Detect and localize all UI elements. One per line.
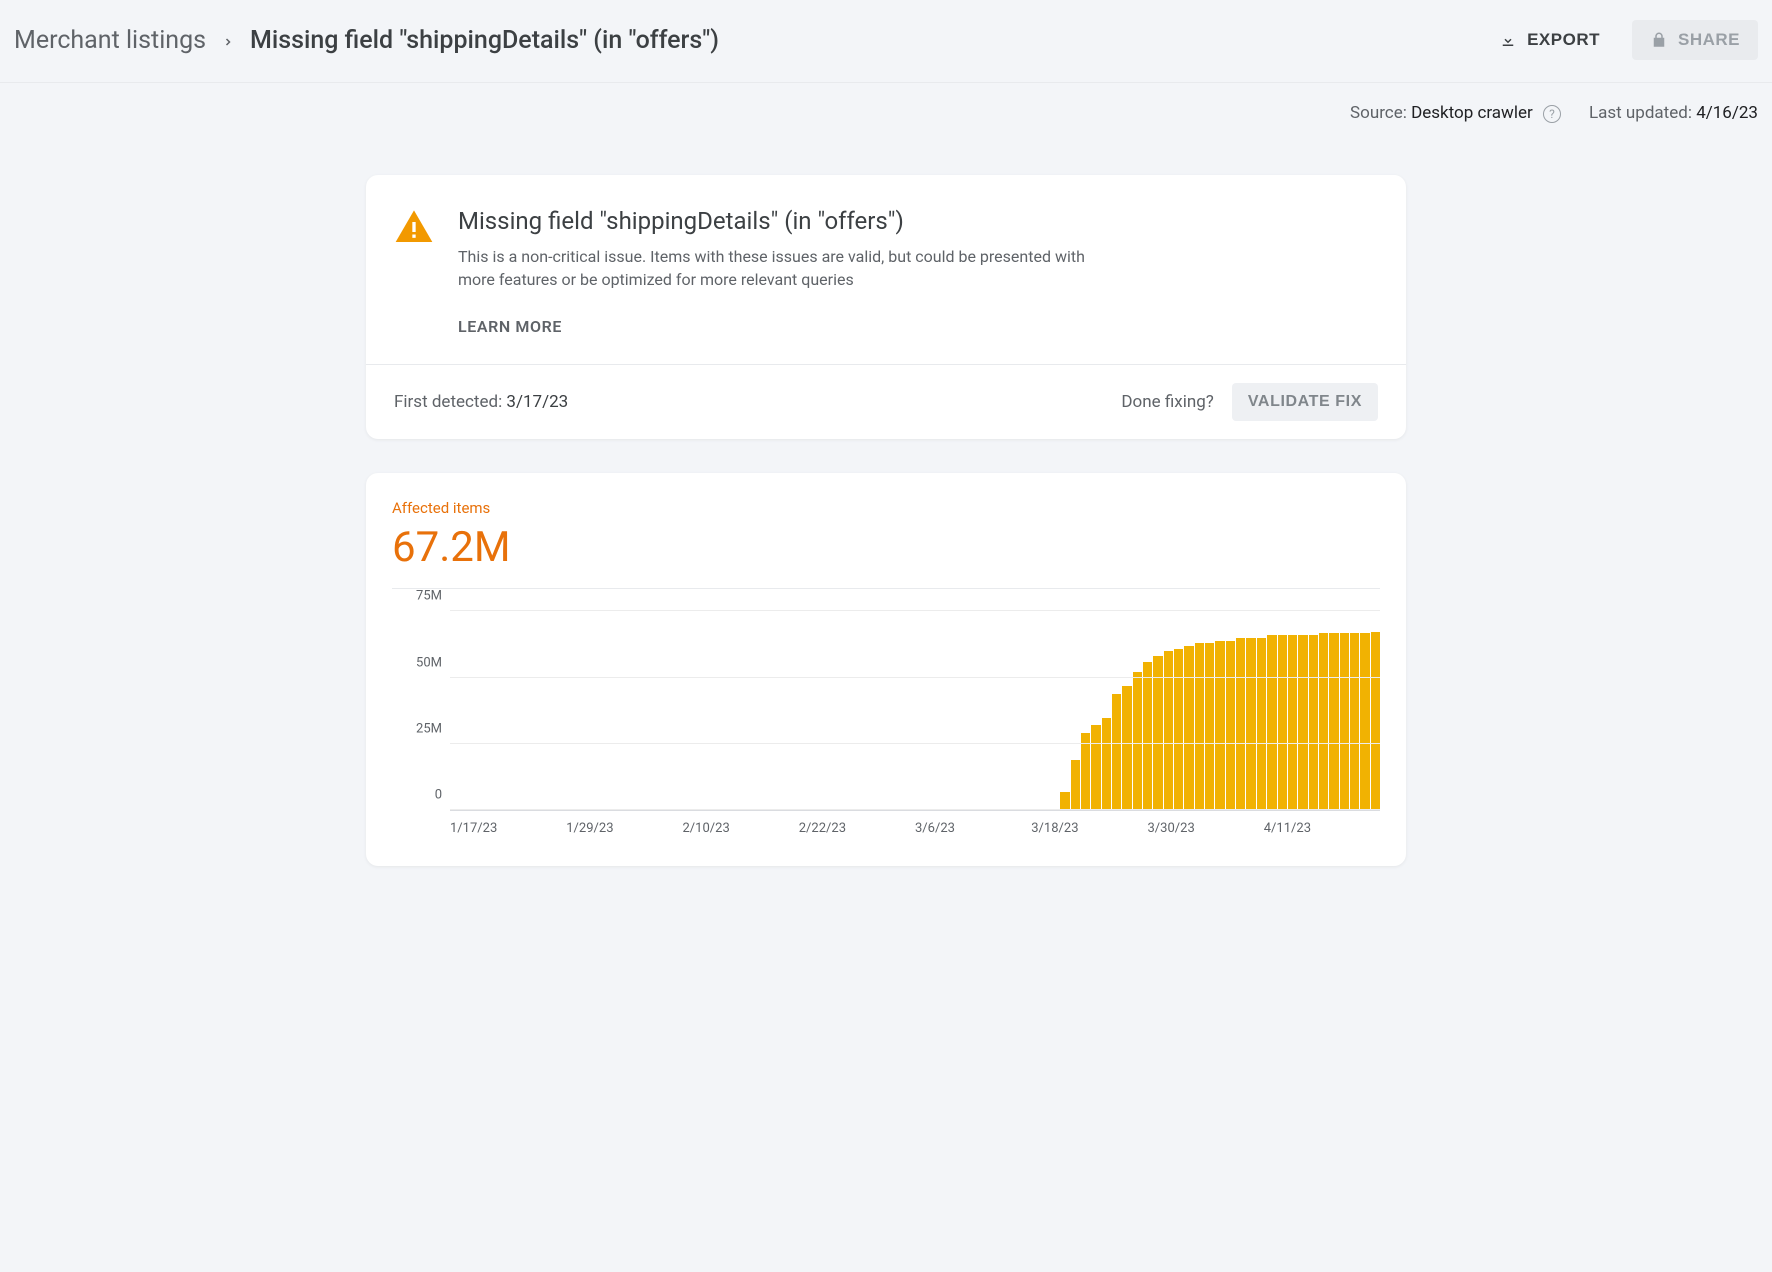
chart-bar[interactable] [1060, 792, 1069, 811]
export-label: EXPORT [1527, 30, 1600, 50]
help-icon[interactable]: ? [1543, 105, 1561, 123]
issue-body: Missing field "shippingDetails" (in "off… [458, 207, 1108, 336]
chart-bar[interactable] [1360, 633, 1369, 811]
updated-value: 4/16/23 [1696, 103, 1758, 123]
source: Source: Desktop crawler ? [1350, 103, 1561, 123]
chart-bar[interactable] [1153, 656, 1162, 810]
chart-x-tick: 4/11/23 [1264, 821, 1380, 836]
chart-bar[interactable] [1329, 633, 1338, 811]
chart-gridline [450, 743, 1380, 744]
detection-row: First detected: 3/17/23 Done fixing? VAL… [366, 365, 1406, 439]
top-bar: Merchant listings Missing field "shippin… [0, 0, 1772, 83]
learn-more-link[interactable]: LEARN MORE [458, 317, 1108, 336]
top-actions: EXPORT SHARE [1481, 20, 1758, 60]
breadcrumb-parent[interactable]: Merchant listings [14, 26, 206, 55]
first-detected-value: 3/17/23 [506, 392, 568, 412]
affected-items-label: Affected items [392, 499, 1380, 517]
issue-header: Missing field "shippingDetails" (in "off… [366, 175, 1406, 364]
chart-bar[interactable] [1350, 633, 1359, 811]
chart-bar[interactable] [1102, 718, 1111, 811]
chart-bar[interactable] [1112, 694, 1121, 811]
chart-bar[interactable] [1174, 649, 1183, 811]
done-fixing-label: Done fixing? [1121, 392, 1213, 412]
source-value: Desktop crawler [1411, 103, 1533, 123]
chart-bar[interactable] [1288, 635, 1297, 810]
breadcrumb-current: Missing field "shippingDetails" (in "off… [250, 26, 719, 55]
chart-gridline [450, 610, 1380, 611]
content: Missing field "shippingDetails" (in "off… [356, 175, 1416, 866]
chart-bar[interactable] [1143, 662, 1152, 811]
chart-bar[interactable] [1340, 633, 1349, 811]
chart-x-tick: 2/22/23 [799, 821, 915, 836]
issue-title: Missing field "shippingDetails" (in "off… [458, 207, 1108, 235]
chart-bar[interactable] [1122, 686, 1131, 811]
chart-bar[interactable] [1091, 725, 1100, 810]
meta-row: Source: Desktop crawler ? Last updated: … [0, 83, 1772, 135]
chart-y-tick: 50M [392, 655, 442, 670]
issue-description: This is a non-critical issue. Items with… [458, 245, 1108, 291]
updated-label: Last updated: [1589, 103, 1696, 123]
chart-gridline [450, 677, 1380, 678]
chart-y-tick: 25M [392, 722, 442, 737]
chart-x-tick: 2/10/23 [683, 821, 799, 836]
chart-bar[interactable] [1298, 635, 1307, 810]
chart-bar[interactable] [1081, 733, 1090, 810]
breadcrumb: Merchant listings Missing field "shippin… [14, 26, 719, 55]
last-updated: Last updated: 4/16/23 [1589, 103, 1758, 123]
share-label: SHARE [1678, 30, 1740, 50]
chart-plot-area[interactable]: 025M50M75M [450, 611, 1380, 811]
chart-x-tick: 3/30/23 [1148, 821, 1264, 836]
chart-bar[interactable] [1215, 641, 1224, 811]
issue-card: Missing field "shippingDetails" (in "off… [366, 175, 1406, 439]
divider [392, 588, 1380, 589]
source-label: Source: [1350, 103, 1411, 123]
chart-bar[interactable] [1164, 651, 1173, 810]
chart: 025M50M75M 1/17/231/29/232/10/232/22/233… [392, 611, 1380, 836]
chart-x-tick: 3/18/23 [1031, 821, 1147, 836]
first-detected: First detected: 3/17/23 [394, 392, 568, 412]
chart-gridline [450, 809, 1380, 810]
affected-items-value: 67.2M [392, 523, 1380, 572]
chart-y-tick: 0 [392, 788, 442, 803]
export-button[interactable]: EXPORT [1481, 20, 1618, 60]
share-button[interactable]: SHARE [1632, 20, 1758, 60]
chart-x-axis: 1/17/231/29/232/10/232/22/233/6/233/18/2… [450, 821, 1380, 836]
chart-bar[interactable] [1184, 646, 1193, 811]
chart-bars [450, 611, 1380, 810]
chart-bar[interactable] [1257, 638, 1266, 810]
download-icon [1499, 31, 1517, 49]
validate-fix-button[interactable]: VALIDATE FIX [1232, 383, 1378, 421]
chart-bar[interactable] [1226, 641, 1235, 811]
chart-x-tick: 3/6/23 [915, 821, 1031, 836]
chart-bar[interactable] [1267, 635, 1276, 810]
lock-icon [1650, 31, 1668, 49]
warning-icon [394, 207, 434, 336]
first-detected-label: First detected: [394, 392, 506, 412]
chart-bar[interactable] [1205, 643, 1214, 810]
chart-x-tick: 1/17/23 [450, 821, 566, 836]
chart-bar[interactable] [1195, 643, 1204, 810]
chart-bar[interactable] [1236, 638, 1245, 810]
chart-bar[interactable] [1319, 633, 1328, 811]
chevron-right-icon [222, 26, 234, 55]
chart-y-tick: 75M [392, 589, 442, 604]
chart-x-tick: 1/29/23 [566, 821, 682, 836]
chart-card: Affected items 67.2M 025M50M75M 1/17/231… [366, 473, 1406, 866]
chart-bar[interactable] [1071, 760, 1080, 810]
chart-bar[interactable] [1309, 635, 1318, 810]
chart-bar[interactable] [1246, 638, 1255, 810]
chart-bar[interactable] [1133, 672, 1142, 810]
chart-bar[interactable] [1278, 635, 1287, 810]
chart-bar[interactable] [1371, 632, 1380, 810]
